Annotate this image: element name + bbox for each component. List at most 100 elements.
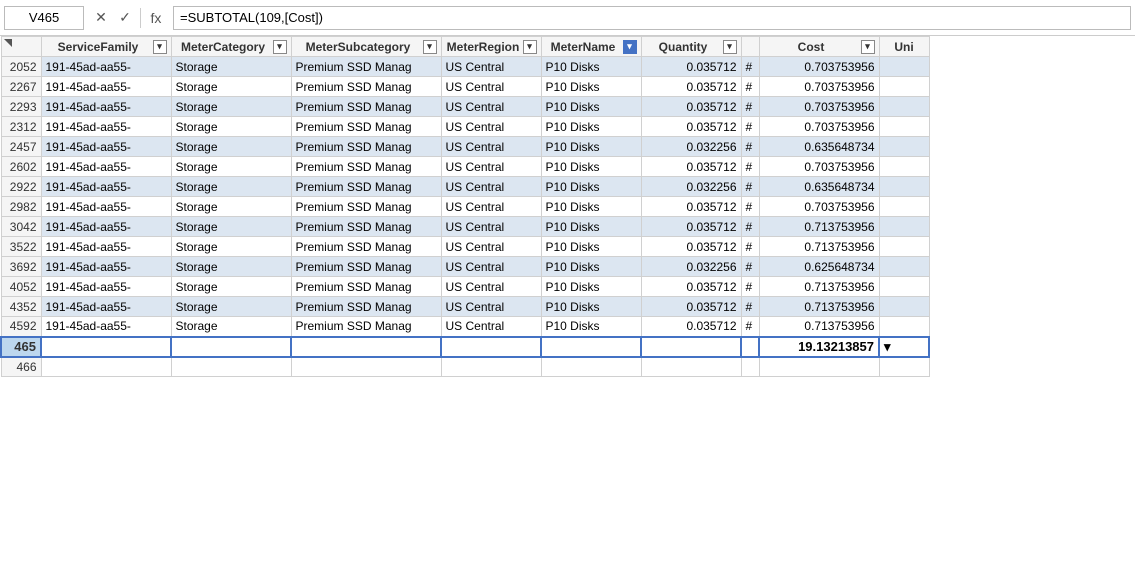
last-cell-sf[interactable] bbox=[41, 357, 171, 377]
cell-mc[interactable]: Storage bbox=[171, 277, 291, 297]
cell-mr[interactable]: US Central bbox=[441, 97, 541, 117]
name-box[interactable] bbox=[4, 6, 84, 30]
cell-sf[interactable]: 191-45ad-aa55- bbox=[41, 277, 171, 297]
cell-mc[interactable]: Storage bbox=[171, 177, 291, 197]
cell-cost[interactable]: 0.713753956 bbox=[759, 237, 879, 257]
cell-sf[interactable]: 191-45ad-aa55- bbox=[41, 97, 171, 117]
cell-msc[interactable]: Premium SSD Manag bbox=[291, 97, 441, 117]
cell-msc[interactable]: Premium SSD Manag bbox=[291, 57, 441, 77]
cell-sf[interactable]: 191-45ad-aa55- bbox=[41, 317, 171, 337]
cell-sf[interactable]: 191-45ad-aa55- bbox=[41, 137, 171, 157]
cell-msc[interactable]: Premium SSD Manag bbox=[291, 177, 441, 197]
cell-cost[interactable]: 0.635648734 bbox=[759, 177, 879, 197]
col-header-msc[interactable]: MeterSubcategory ▾ bbox=[291, 37, 441, 57]
cell-mn[interactable]: P10 Disks bbox=[541, 277, 641, 297]
cell-mc[interactable]: Storage bbox=[171, 77, 291, 97]
cell-qty[interactable]: 0.035712 bbox=[641, 317, 741, 337]
cell-mn[interactable]: P10 Disks bbox=[541, 177, 641, 197]
cell-cost[interactable]: 0.713753956 bbox=[759, 297, 879, 317]
cell-qty[interactable]: 0.035712 bbox=[641, 237, 741, 257]
cell-sf[interactable]: 191-45ad-aa55- bbox=[41, 237, 171, 257]
cell-msc[interactable]: Premium SSD Manag bbox=[291, 157, 441, 177]
filter-btn-qty[interactable]: ▾ bbox=[723, 40, 737, 54]
fx-icon[interactable]: fx bbox=[145, 7, 167, 29]
cell-qty[interactable]: 0.032256 bbox=[641, 137, 741, 157]
cell-mr[interactable]: US Central bbox=[441, 117, 541, 137]
cell-msc[interactable]: Premium SSD Manag bbox=[291, 257, 441, 277]
filter-btn-mr[interactable]: ▾ bbox=[523, 40, 537, 54]
cell-qty[interactable]: 0.032256 bbox=[641, 177, 741, 197]
cell-mn[interactable]: P10 Disks bbox=[541, 97, 641, 117]
cell-mn[interactable]: P10 Disks bbox=[541, 77, 641, 97]
cell-mn[interactable]: P10 Disks bbox=[541, 197, 641, 217]
cell-mr[interactable]: US Central bbox=[441, 57, 541, 77]
cell-msc[interactable]: Premium SSD Manag bbox=[291, 217, 441, 237]
cell-msc[interactable]: Premium SSD Manag bbox=[291, 77, 441, 97]
cell-mn[interactable]: P10 Disks bbox=[541, 317, 641, 337]
cell-mr[interactable]: US Central bbox=[441, 137, 541, 157]
cell-cost[interactable]: 0.703753956 bbox=[759, 117, 879, 137]
confirm-icon[interactable]: ✓ bbox=[114, 7, 136, 29]
total-cell-mc[interactable] bbox=[171, 337, 291, 357]
cell-qty[interactable]: 0.035712 bbox=[641, 97, 741, 117]
last-cell-mr[interactable] bbox=[441, 357, 541, 377]
cell-msc[interactable]: Premium SSD Manag bbox=[291, 317, 441, 337]
cell-cost[interactable]: 0.625648734 bbox=[759, 257, 879, 277]
col-header-mc[interactable]: MeterCategory ▾ bbox=[171, 37, 291, 57]
cell-mr[interactable]: US Central bbox=[441, 177, 541, 197]
cell-mc[interactable]: Storage bbox=[171, 117, 291, 137]
cell-mr[interactable]: US Central bbox=[441, 197, 541, 217]
cancel-icon[interactable]: ✕ bbox=[90, 7, 112, 29]
cell-qty[interactable]: 0.035712 bbox=[641, 297, 741, 317]
cell-cost[interactable]: 0.703753956 bbox=[759, 197, 879, 217]
cell-qty[interactable]: 0.032256 bbox=[641, 257, 741, 277]
cell-msc[interactable]: Premium SSD Manag bbox=[291, 137, 441, 157]
cell-mr[interactable]: US Central bbox=[441, 317, 541, 337]
cell-sf[interactable]: 191-45ad-aa55- bbox=[41, 257, 171, 277]
cell-qty[interactable]: 0.035712 bbox=[641, 157, 741, 177]
total-cell-mn[interactable] bbox=[541, 337, 641, 357]
cell-mr[interactable]: US Central bbox=[441, 157, 541, 177]
cell-sf[interactable]: 191-45ad-aa55- bbox=[41, 217, 171, 237]
cell-sf[interactable]: 191-45ad-aa55- bbox=[41, 197, 171, 217]
cell-cost[interactable]: 0.713753956 bbox=[759, 217, 879, 237]
cell-msc[interactable]: Premium SSD Manag bbox=[291, 277, 441, 297]
last-cell-cost[interactable] bbox=[759, 357, 879, 377]
cell-mc[interactable]: Storage bbox=[171, 137, 291, 157]
cell-cost[interactable]: 0.713753956 bbox=[759, 317, 879, 337]
cell-mn[interactable]: P10 Disks bbox=[541, 257, 641, 277]
cell-sf[interactable]: 191-45ad-aa55- bbox=[41, 117, 171, 137]
last-cell-mn[interactable] bbox=[541, 357, 641, 377]
cell-mn[interactable]: P10 Disks bbox=[541, 137, 641, 157]
formula-input[interactable] bbox=[173, 6, 1131, 30]
cell-mc[interactable]: Storage bbox=[171, 217, 291, 237]
filter-btn-sf[interactable]: ▾ bbox=[153, 40, 167, 54]
cell-cost[interactable]: 0.703753956 bbox=[759, 157, 879, 177]
cell-mr[interactable]: US Central bbox=[441, 277, 541, 297]
cell-mc[interactable]: Storage bbox=[171, 257, 291, 277]
cell-qty[interactable]: 0.035712 bbox=[641, 117, 741, 137]
col-header-qty[interactable]: Quantity ▾ bbox=[641, 37, 741, 57]
cell-cost[interactable]: 0.703753956 bbox=[759, 77, 879, 97]
cell-qty[interactable]: 0.035712 bbox=[641, 217, 741, 237]
cell-mr[interactable]: US Central bbox=[441, 217, 541, 237]
last-cell-mc[interactable] bbox=[171, 357, 291, 377]
cell-sf[interactable]: 191-45ad-aa55- bbox=[41, 157, 171, 177]
cell-cost[interactable]: 0.703753956 bbox=[759, 97, 879, 117]
cell-mr[interactable]: US Central bbox=[441, 297, 541, 317]
col-header-mn[interactable]: MeterName ▾ bbox=[541, 37, 641, 57]
cell-mc[interactable]: Storage bbox=[171, 197, 291, 217]
cell-msc[interactable]: Premium SSD Manag bbox=[291, 117, 441, 137]
cell-mn[interactable]: P10 Disks bbox=[541, 157, 641, 177]
filter-btn-mn[interactable]: ▾ bbox=[623, 40, 637, 54]
cell-qty[interactable]: 0.035712 bbox=[641, 277, 741, 297]
cell-cost[interactable]: 0.703753956 bbox=[759, 57, 879, 77]
cell-msc[interactable]: Premium SSD Manag bbox=[291, 297, 441, 317]
cell-mn[interactable]: P10 Disks bbox=[541, 57, 641, 77]
cell-mn[interactable]: P10 Disks bbox=[541, 237, 641, 257]
col-header-mr[interactable]: MeterRegion ▾ bbox=[441, 37, 541, 57]
cell-sf[interactable]: 191-45ad-aa55- bbox=[41, 57, 171, 77]
cell-mc[interactable]: Storage bbox=[171, 237, 291, 257]
cell-mr[interactable]: US Central bbox=[441, 257, 541, 277]
cell-mn[interactable]: P10 Disks bbox=[541, 117, 641, 137]
